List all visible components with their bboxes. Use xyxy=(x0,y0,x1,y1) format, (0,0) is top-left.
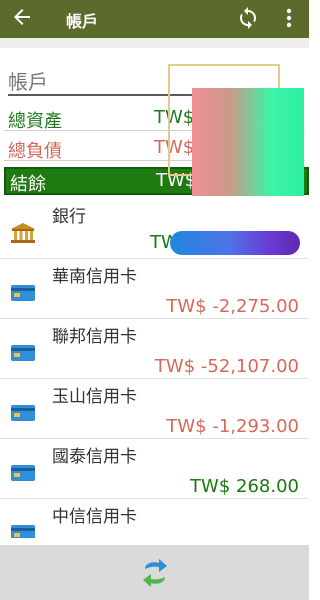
credit-card-icon xyxy=(11,285,35,301)
redacted-overlay xyxy=(192,88,304,196)
total-liabilities-label: 總負債 xyxy=(8,141,62,162)
account-name: 玉山信用卡 xyxy=(52,387,137,407)
credit-card-icon xyxy=(11,345,35,361)
account-name: 華南信用卡 xyxy=(52,267,137,287)
account-name: 國泰信用卡 xyxy=(52,447,137,467)
list-item[interactable]: 玉山信用卡 TW$ -1,293.00 xyxy=(0,378,309,439)
account-name: 聯邦信用卡 xyxy=(52,327,137,347)
list-item[interactable]: 華南信用卡 TW$ -2,275.00 xyxy=(0,258,309,319)
account-amount: TW$ 268.00 xyxy=(190,476,299,497)
list-item[interactable]: 聯邦信用卡 TW$ -52,107.00 xyxy=(0,318,309,379)
app-bar: 帳戶 xyxy=(0,0,309,38)
redacted-amount-bar xyxy=(170,231,300,255)
sync-icon[interactable] xyxy=(236,6,260,30)
balance-label: 結餘 xyxy=(10,174,46,195)
account-amount: TW$ -2,275.00 xyxy=(166,296,299,317)
account-amount: TW$ -52,107.00 xyxy=(154,356,299,377)
page-title: 帳戶 xyxy=(66,12,99,31)
toolbar-shadow xyxy=(0,38,309,48)
swap-arrows-icon[interactable] xyxy=(139,557,171,589)
account-name: 銀行 xyxy=(52,207,86,227)
list-item[interactable]: 國泰信用卡 TW$ 268.00 xyxy=(0,438,309,499)
account-amount: TW$ -1,293.00 xyxy=(166,416,299,437)
list-item[interactable]: 中信信用卡 xyxy=(0,498,309,538)
total-assets-label: 總資產 xyxy=(8,111,62,132)
arrow-left-icon[interactable] xyxy=(10,5,34,29)
account-name: 中信信用卡 xyxy=(52,507,137,527)
more-vert-icon[interactable] xyxy=(280,6,298,30)
bottom-bar xyxy=(0,545,309,600)
credit-card-icon xyxy=(11,405,35,421)
credit-card-icon xyxy=(11,525,35,538)
credit-card-icon xyxy=(11,465,35,481)
bank-icon xyxy=(11,223,35,243)
